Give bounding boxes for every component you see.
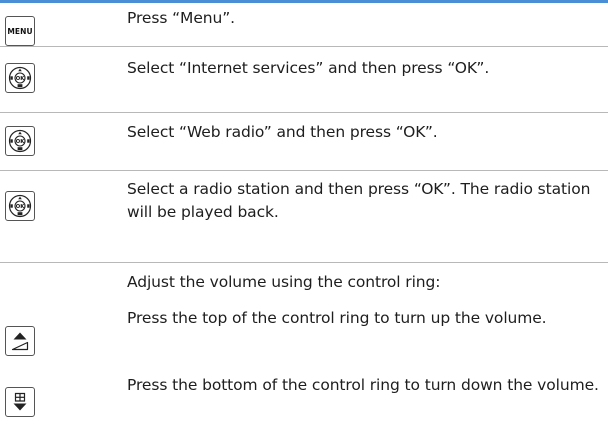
- divider: [0, 112, 608, 113]
- nav-ring-icon: OK: [8, 66, 32, 90]
- navigation-ok-key-icon: OK: [5, 126, 35, 156]
- nav-ring-icon: OK: [8, 129, 32, 153]
- volume-down-text: Press the bottom of the control ring to …: [127, 376, 599, 394]
- volume-up-key-icon: [5, 326, 35, 356]
- step-2-text: Select “Internet services” and then pres…: [127, 59, 490, 77]
- volume-down-key-icon: [5, 387, 35, 417]
- svg-text:OK: OK: [16, 139, 25, 145]
- navigation-ok-key-icon: OK: [5, 191, 35, 221]
- volume-up-text: Press the top of the control ring to tur…: [127, 309, 547, 327]
- top-accent-rule: [0, 0, 608, 3]
- volume-intro-text: Adjust the volume using the control ring…: [127, 273, 441, 291]
- volume-up-icon: [11, 332, 29, 351]
- divider: [0, 170, 608, 171]
- nav-ring-icon: OK: [8, 194, 32, 218]
- svg-text:OK: OK: [16, 76, 25, 82]
- svg-text:OK: OK: [16, 204, 25, 210]
- volume-down-icon: [13, 392, 27, 411]
- step-3-text: Select “Web radio” and then press “OK”.: [127, 123, 438, 141]
- step-1-text: Press “Menu”.: [127, 9, 235, 27]
- menu-key-label: MENU: [7, 26, 33, 36]
- divider: [0, 46, 608, 47]
- menu-key-icon: MENU: [5, 16, 35, 46]
- step-4-text: Select a radio station and then press “O…: [127, 180, 591, 221]
- navigation-ok-key-icon: OK: [5, 63, 35, 93]
- divider: [0, 262, 608, 263]
